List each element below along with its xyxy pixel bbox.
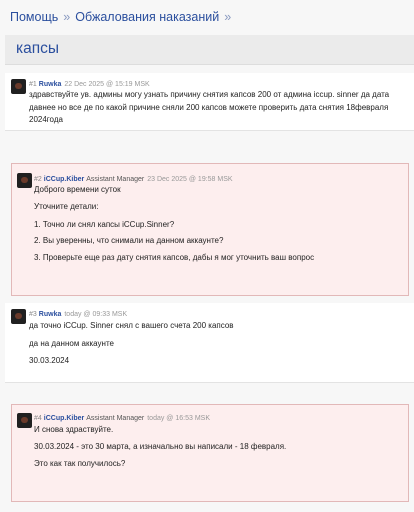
post-line: да точно iCCup. Sinner снял с вашего сче… bbox=[29, 321, 234, 330]
post-date: 22 Dec 2025 @ 15:19 MSK bbox=[64, 81, 150, 88]
breadcrumb-separator: » bbox=[224, 10, 232, 24]
post-line: Это как так получилось? bbox=[34, 459, 126, 468]
post-meta: #3 Ruwka today @ 09:33 MSK bbox=[29, 310, 127, 319]
post-2: #2 iCCup.Kiber Assistant Manager 23 Dec 202… bbox=[11, 163, 409, 296]
post-date: today @ 16:53 MSK bbox=[147, 415, 210, 422]
post-line: 3. Проверьте еще раз дату снятия капсов,… bbox=[34, 253, 315, 262]
post-author-link[interactable]: Ruwka bbox=[39, 311, 62, 318]
post-1: #1 Ruwka 22 Dec 2025 @ 15:19 MSK здравству… bbox=[5, 73, 414, 131]
breadcrumb-section-link[interactable]: Обжалования наказаний bbox=[75, 10, 219, 24]
post-date: 23 Dec 2025 @ 19:58 MSK bbox=[147, 176, 233, 183]
post-line: Уточните детали: bbox=[34, 202, 99, 211]
avatar[interactable] bbox=[17, 413, 32, 428]
post-number[interactable]: #1 bbox=[29, 81, 37, 88]
breadcrumb-home-link[interactable]: Помощь bbox=[10, 10, 58, 24]
breadcrumb: Помощь » Обжалования наказаний » bbox=[10, 10, 236, 24]
page-title: капсы bbox=[16, 40, 60, 57]
post-date: today @ 09:33 MSK bbox=[64, 311, 128, 318]
user-role: Assistant Manager bbox=[86, 176, 145, 183]
post-meta: #2 iCCup.Kiber Assistant Manager 23 Dec 202… bbox=[34, 175, 233, 184]
user-role: Assistant Manager bbox=[86, 415, 145, 422]
post-number[interactable]: #4 bbox=[34, 415, 42, 422]
post-body: здравствуйте ув. админы могу узнать прич… bbox=[29, 90, 390, 124]
breadcrumb-separator: » bbox=[63, 10, 71, 24]
post-meta: #4 iCCup.Kiber Assistant Manager today @ 16… bbox=[34, 414, 210, 423]
avatar[interactable] bbox=[11, 79, 26, 94]
post-author-link[interactable]: Ruwka bbox=[39, 81, 62, 88]
post-4: #4 iCCup.Kiber Assistant Manager today @ 16… bbox=[11, 404, 409, 502]
post-greeting: И снова здраствуйте. bbox=[34, 425, 114, 434]
avatar[interactable] bbox=[17, 173, 32, 188]
post-author-link[interactable]: iCCup.Kiber bbox=[44, 415, 84, 422]
post-line: 2. Вы уверенны, что снимали на данном ак… bbox=[34, 236, 224, 245]
post-number[interactable]: #3 bbox=[29, 311, 37, 318]
post-author-link[interactable]: iCCup.Kiber bbox=[44, 176, 84, 183]
thread-title-bar: капсы bbox=[5, 35, 414, 65]
post-line: 1. Точно ли снял капсы iCCup.Sinner? bbox=[34, 220, 175, 229]
post-meta: #1 Ruwka 22 Dec 2025 @ 15:19 MSK bbox=[29, 80, 150, 89]
post-line: 30.03.2024 bbox=[29, 356, 70, 365]
post-number[interactable]: #2 bbox=[34, 176, 42, 183]
post-line: 30.03.2024 - это 30 марта, а изначально … bbox=[34, 442, 287, 451]
avatar[interactable] bbox=[11, 309, 26, 324]
post-3: #3 Ruwka today @ 09:33 MSK да точно iCCup.… bbox=[5, 303, 414, 383]
post-line: да на данном аккаунте bbox=[29, 339, 114, 348]
post-greeting: Доброго времени суток bbox=[34, 185, 121, 194]
